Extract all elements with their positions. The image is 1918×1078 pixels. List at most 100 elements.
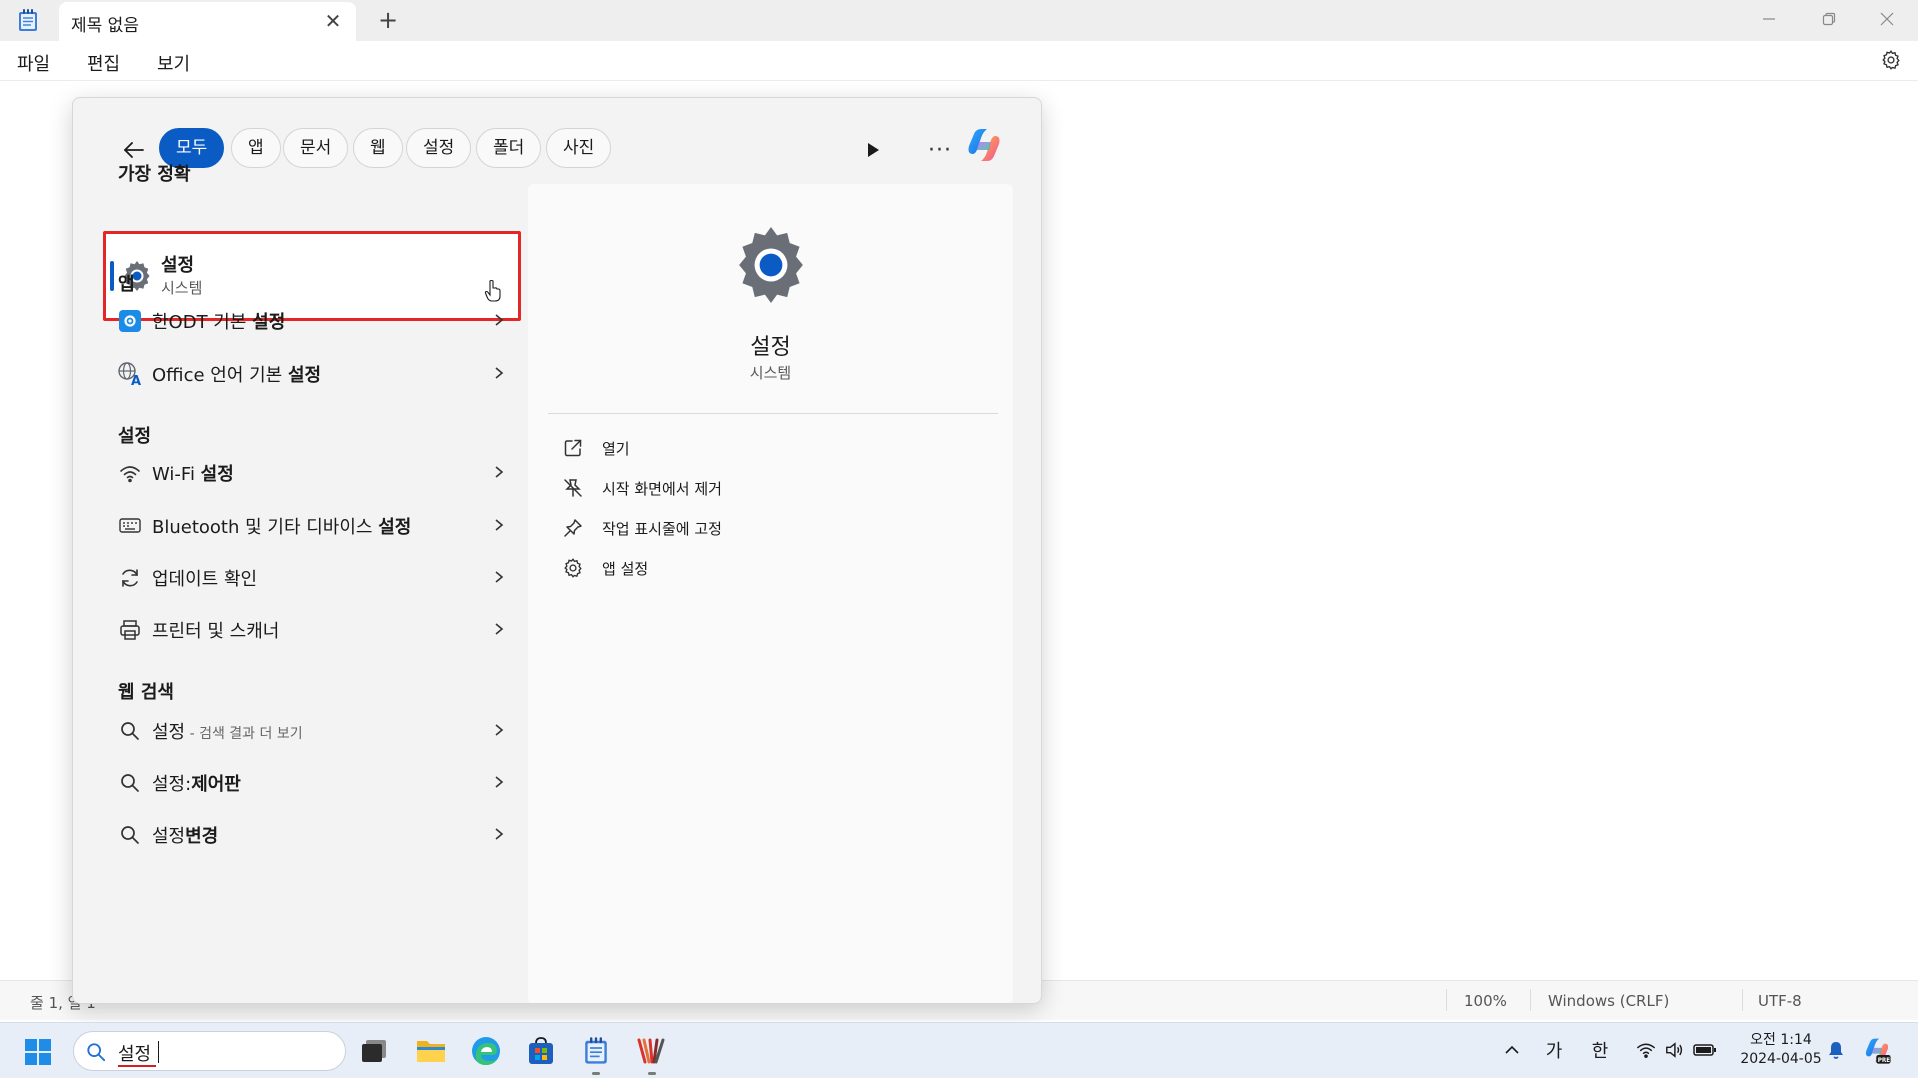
minimize-icon (1763, 18, 1775, 20)
action-app-settings[interactable]: 앱 설정 (562, 551, 962, 585)
volume-icon[interactable] (1662, 1037, 1686, 1063)
more-options-button[interactable]: ··· (923, 135, 957, 165)
search-icon (117, 770, 143, 796)
action-label: 시작 화면에서 제거 (602, 480, 722, 498)
new-tab-button[interactable]: + (375, 8, 401, 34)
status-divider (1446, 989, 1447, 1011)
taskbar: 설정 가 한 오전 1:14 2024-04-05 PRE (0, 1022, 1918, 1078)
open-external-icon (564, 439, 582, 457)
result-item-check-updates[interactable]: 업데이트 확인 (107, 553, 517, 601)
action-unpin-start[interactable]: 시작 화면에서 제거 (562, 471, 962, 505)
result-label: 설정 - 검색 결과 더 보기 (152, 722, 303, 743)
filter-chip-photos[interactable]: 사진 (546, 128, 612, 168)
notification-bell-icon[interactable] (1824, 1037, 1848, 1063)
result-item-printers-scanners[interactable]: 프린터 및 스캐너 (107, 605, 517, 653)
hanodt-settings-icon (117, 308, 143, 334)
preview-divider (548, 413, 998, 414)
result-item-web-more[interactable]: 설정 - 검색 결과 더 보기 (107, 706, 517, 754)
ime-underline (118, 1065, 156, 1067)
copilot-icon[interactable] (963, 124, 1005, 166)
best-match-subtitle: 시스템 (161, 279, 203, 297)
close-button[interactable] (1858, 0, 1916, 38)
search-flyout: 모두 앱 문서 웹 설정 폴더 사진 ··· 가장 정확 설정 시스템 앱 한O… (72, 97, 1042, 1004)
clock-date: 2024-04-05 (1740, 1051, 1822, 1067)
maximize-button[interactable] (1800, 0, 1858, 38)
result-item-office-language[interactable]: A Office 언어 기본 설정 (107, 349, 517, 397)
text-caret (158, 1041, 159, 1063)
result-label: 설정변경 (152, 826, 219, 847)
menu-edit[interactable]: 편집 (87, 50, 120, 76)
notepad-icon[interactable] (578, 1033, 614, 1069)
copilot-icon[interactable]: PRE (1860, 1037, 1894, 1064)
unpin-icon (564, 479, 582, 497)
action-label: 열기 (602, 440, 630, 458)
store-icon[interactable] (523, 1033, 559, 1069)
chevron-right-icon (495, 571, 504, 583)
result-item-web-change[interactable]: 설정변경 (107, 810, 517, 858)
menu-view[interactable]: 보기 (157, 50, 190, 76)
running-indicator (648, 1072, 656, 1075)
task-view-icon[interactable] (356, 1033, 392, 1069)
chevron-right-icon (495, 776, 504, 788)
battery-icon[interactable] (1692, 1037, 1718, 1063)
result-label: 업데이트 확인 (152, 569, 258, 590)
menu-bar: 파일 편집 보기 (0, 41, 1918, 81)
play-button[interactable] (858, 135, 888, 165)
ime-mode-indicator[interactable]: 가 (1540, 1037, 1568, 1063)
tab-close-icon[interactable]: ✕ (321, 10, 345, 34)
zoom-level: 100% (1464, 992, 1507, 1010)
line-ending: Windows (CRLF) (1548, 992, 1670, 1010)
close-icon (1880, 12, 1894, 26)
chevron-right-icon (495, 724, 504, 736)
selection-indicator (110, 261, 114, 291)
filter-chip-web[interactable]: 웹 (353, 128, 403, 168)
gear-icon[interactable] (1880, 49, 1902, 71)
filter-chip-documents[interactable]: 문서 (283, 128, 349, 168)
best-match-title: 설정 (161, 255, 195, 276)
minimize-button[interactable] (1740, 0, 1798, 38)
search-icon (117, 822, 143, 848)
encoding: UTF-8 (1758, 992, 1802, 1010)
document-tab[interactable]: 제목 없음 ✕ (59, 2, 356, 41)
action-pin-taskbar[interactable]: 작업 표시줄에 고정 (562, 511, 962, 545)
edge-icon[interactable] (468, 1033, 504, 1069)
notepad-app-icon (19, 9, 37, 31)
search-query: 설정 (118, 1044, 152, 1065)
filter-chip-folders[interactable]: 폴더 (476, 128, 542, 168)
file-explorer-icon[interactable] (413, 1033, 449, 1069)
settings-gear-icon (739, 227, 803, 303)
result-item-bluetooth-settings[interactable]: Bluetooth 및 기타 디바이스 설정 (107, 501, 517, 549)
app-icon[interactable] (633, 1033, 669, 1069)
filter-chip-settings[interactable]: 설정 (406, 128, 472, 168)
tab-title: 제목 없음 (71, 16, 139, 36)
settings-heading: 설정 (118, 426, 152, 447)
result-item-hanodt-settings[interactable]: 한ODT 기본 설정 (107, 296, 517, 344)
chevron-right-icon (495, 466, 504, 478)
status-divider (1742, 989, 1743, 1011)
chevron-right-icon (495, 314, 504, 326)
chevron-right-icon (495, 519, 504, 531)
sync-icon (117, 565, 143, 591)
chevron-right-icon (495, 623, 504, 635)
windows-start-icon[interactable] (24, 1038, 52, 1066)
system-clock[interactable]: 오전 1:14 2024-04-05 (1733, 1031, 1829, 1069)
svg-text:A: A (131, 374, 141, 387)
arrow-left-icon (124, 142, 144, 158)
chevron-right-icon (495, 828, 504, 840)
ime-language-indicator[interactable]: 한 (1586, 1037, 1614, 1063)
result-item-web-control-panel[interactable]: 설정:제어판 (107, 758, 517, 806)
taskbar-search-input[interactable]: 설정 (73, 1031, 346, 1071)
gear-icon (564, 558, 582, 578)
menu-file[interactable]: 파일 (17, 50, 50, 76)
wifi-icon[interactable] (1634, 1037, 1658, 1063)
result-label: 프린터 및 스캐너 (152, 621, 280, 642)
restore-icon (1822, 12, 1836, 26)
action-open[interactable]: 열기 (562, 431, 962, 465)
result-item-wifi-settings[interactable]: Wi-Fi 설정 (107, 448, 517, 496)
web-search-heading: 웹 검색 (118, 682, 174, 703)
result-label: Office 언어 기본 설정 (152, 365, 322, 386)
preview-subtitle: 시스템 (749, 364, 792, 382)
tray-overflow-chevron[interactable] (1500, 1037, 1524, 1063)
action-label: 앱 설정 (602, 560, 649, 578)
filter-chip-apps[interactable]: 앱 (231, 128, 281, 168)
